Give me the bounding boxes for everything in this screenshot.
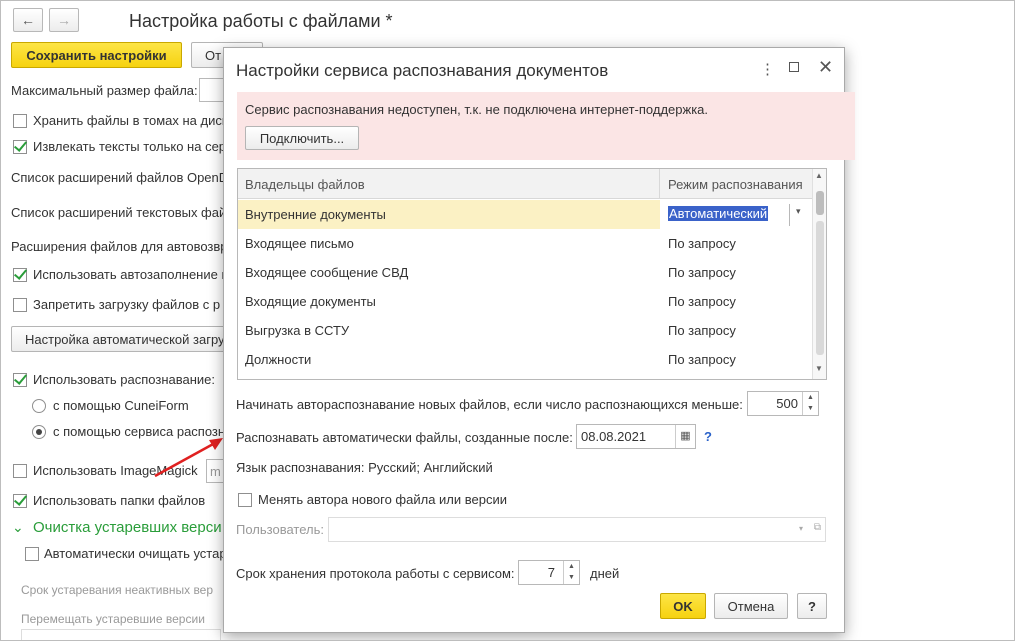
forward-button[interactable]: →	[49, 8, 79, 32]
help-link[interactable]: ?	[704, 429, 712, 444]
annotation-arrow	[154, 438, 223, 478]
table-row[interactable]: Входящие документы По запросу	[238, 287, 812, 316]
owners-table: Владельцы файлов Режим распознавания Вну…	[237, 168, 827, 380]
mode-cell-selected[interactable]: Автоматический	[668, 206, 769, 221]
user-input: ▾ ⧉	[328, 517, 826, 542]
log-period-unit: дней	[590, 566, 620, 581]
auto-clean-label: Автоматически очищать устар	[44, 546, 227, 561]
use-recognition-label: Использовать распознавание:	[33, 372, 215, 387]
mode-cell: По запросу	[668, 236, 736, 251]
arrow-right-icon: →	[57, 12, 71, 28]
warning-text: Сервис распознавания недоступен, т.к. не…	[245, 102, 709, 117]
created-after-date-input[interactable]: 08.08.2021 ▦	[576, 424, 696, 449]
save-settings-button[interactable]: Сохранить настройки	[11, 42, 182, 68]
dialog-title: Настройки сервиса распознавания документ…	[236, 61, 609, 80]
col-mode-header[interactable]: Режим распознавания	[668, 177, 803, 192]
mode-cell: По запросу	[668, 265, 736, 280]
user-dropdown-icon: ▾	[798, 524, 803, 533]
mode-cell: По запросу	[668, 352, 736, 367]
arrow-left-icon: ←	[21, 12, 35, 28]
page-title: Настройка работы с файлами *	[129, 11, 393, 31]
forbid-upload-label: Запретить загрузку файлов с р	[33, 297, 221, 312]
scroll-track	[816, 221, 824, 355]
user-label: Пользователь:	[236, 522, 324, 537]
dropdown-arrow-icon[interactable]: ▾	[796, 206, 801, 217]
table-row[interactable]: Выгрузка в ССТУ По запросу	[238, 316, 812, 345]
service-radio[interactable]	[32, 425, 46, 439]
max-size-label: Максимальный размер файла:	[11, 83, 198, 98]
scroll-thumb[interactable]	[816, 191, 824, 215]
scroll-down-icon[interactable]: ▼	[815, 364, 823, 373]
owner-cell: Входящее письмо	[245, 236, 354, 251]
open-icon: ⧉	[813, 522, 821, 533]
text-list-label: Список расширений текстовых фай	[11, 205, 227, 220]
owner-cell: Должности	[245, 352, 312, 367]
created-after-label: Распознавать автоматически файлы, создан…	[236, 430, 573, 445]
owner-cell: Выгрузка в ССТУ	[245, 323, 350, 338]
change-author-checkbox[interactable]	[238, 493, 252, 507]
auto-start-value: 500	[776, 396, 798, 411]
auto-start-label: Начинать автораспознавание новых файлов,…	[236, 397, 743, 412]
folders-checkbox[interactable]	[13, 494, 27, 508]
cuneiform-radio[interactable]	[32, 399, 46, 413]
auto-upload-settings-button[interactable]: Настройка автоматической загруз	[11, 326, 226, 352]
table-row[interactable]: Должности По запросу	[238, 345, 812, 374]
calendar-icon[interactable]: ▦	[675, 425, 695, 448]
spin-arrows-icon[interactable]: ▲ ▼	[802, 392, 818, 415]
move-old-label: Перемещать устаревшие версии	[21, 612, 205, 626]
owner-cell: Входящие документы	[245, 294, 376, 309]
column-divider	[659, 169, 660, 199]
language-label: Язык распознавания: Русский; Английский	[236, 460, 493, 475]
change-author-label: Менять автора нового файла или версии	[258, 492, 507, 507]
table-row[interactable]: Входящее сообщение СВД По запросу	[238, 258, 812, 287]
store-volumes-label: Хранить файлы в томах на диск	[33, 113, 228, 128]
forbid-upload-checkbox[interactable]	[13, 298, 27, 312]
cleanup-section-title[interactable]: Очистка устаревших верси	[33, 519, 222, 536]
auto-clean-checkbox[interactable]	[25, 547, 39, 561]
spin-arrows-icon[interactable]: ▲ ▼	[563, 561, 579, 584]
log-period-label: Срок хранения протокола работы с сервисо…	[236, 566, 515, 581]
folders-label: Использовать папки файлов	[33, 493, 206, 508]
log-period-value: 7	[547, 565, 555, 580]
created-after-value: 08.08.2021	[581, 429, 647, 444]
extract-texts-checkbox[interactable]	[13, 140, 27, 154]
ok-button[interactable]: OK	[660, 593, 706, 619]
table-row[interactable]: Внутренние документы Автоматический ▾	[238, 200, 812, 229]
log-period-spinbox[interactable]: 7 ▲ ▼	[518, 560, 580, 585]
owner-cell: Входящее сообщение СВД	[245, 265, 409, 280]
auto-start-spinbox[interactable]: 500 ▲ ▼	[747, 391, 819, 416]
close-icon[interactable]: ✕	[818, 57, 833, 78]
use-recognition-checkbox[interactable]	[13, 373, 27, 387]
table-header: Владельцы файлов Режим распознавания	[238, 169, 812, 199]
imagemagick-checkbox[interactable]	[13, 464, 27, 478]
auto-ext-label: Расширения файлов для автовозвр	[11, 239, 228, 254]
use-autofill-label: Использовать автозаполнение ц	[33, 267, 229, 282]
opendoc-list-label: Список расширений файлов OpenD	[11, 170, 229, 185]
back-button[interactable]: ←	[13, 8, 43, 32]
main-window: ← → Настройка работы с файлами * Сохрани…	[0, 0, 1015, 641]
warning-banner: Сервис распознавания недоступен, т.к. не…	[237, 92, 855, 160]
col-owners-header[interactable]: Владельцы файлов	[245, 177, 365, 192]
cancel-dialog-button[interactable]: Отмена	[714, 593, 788, 619]
extract-texts-label: Извлекать тексты только на сер	[33, 139, 227, 154]
table-row[interactable]: Входящее письмо По запросу	[238, 229, 812, 258]
cuneiform-label: с помощью CuneiForm	[53, 398, 189, 413]
more-menu-icon[interactable]: ⋮	[760, 60, 775, 78]
help-button[interactable]: ?	[797, 593, 827, 619]
inactive-period-label: Срок устаревания неактивных вер	[21, 583, 214, 597]
mode-cell: По запросу	[668, 294, 736, 309]
scroll-up-icon[interactable]: ▲	[815, 171, 823, 180]
dropdown-divider	[789, 204, 790, 226]
owner-cell: Внутренние документы	[245, 207, 386, 222]
table-scrollbar[interactable]: ▲ ▼	[812, 169, 826, 379]
chevron-down-icon[interactable]: ⌄	[12, 519, 24, 536]
move-old-input	[21, 629, 221, 640]
maximize-icon[interactable]	[789, 62, 799, 72]
use-autofill-checkbox[interactable]	[13, 268, 27, 282]
mode-cell: По запросу	[668, 323, 736, 338]
recognition-settings-dialog: Настройки сервиса распознавания документ…	[223, 47, 855, 633]
connect-button[interactable]: Подключить...	[245, 126, 359, 150]
store-volumes-checkbox[interactable]	[13, 114, 27, 128]
